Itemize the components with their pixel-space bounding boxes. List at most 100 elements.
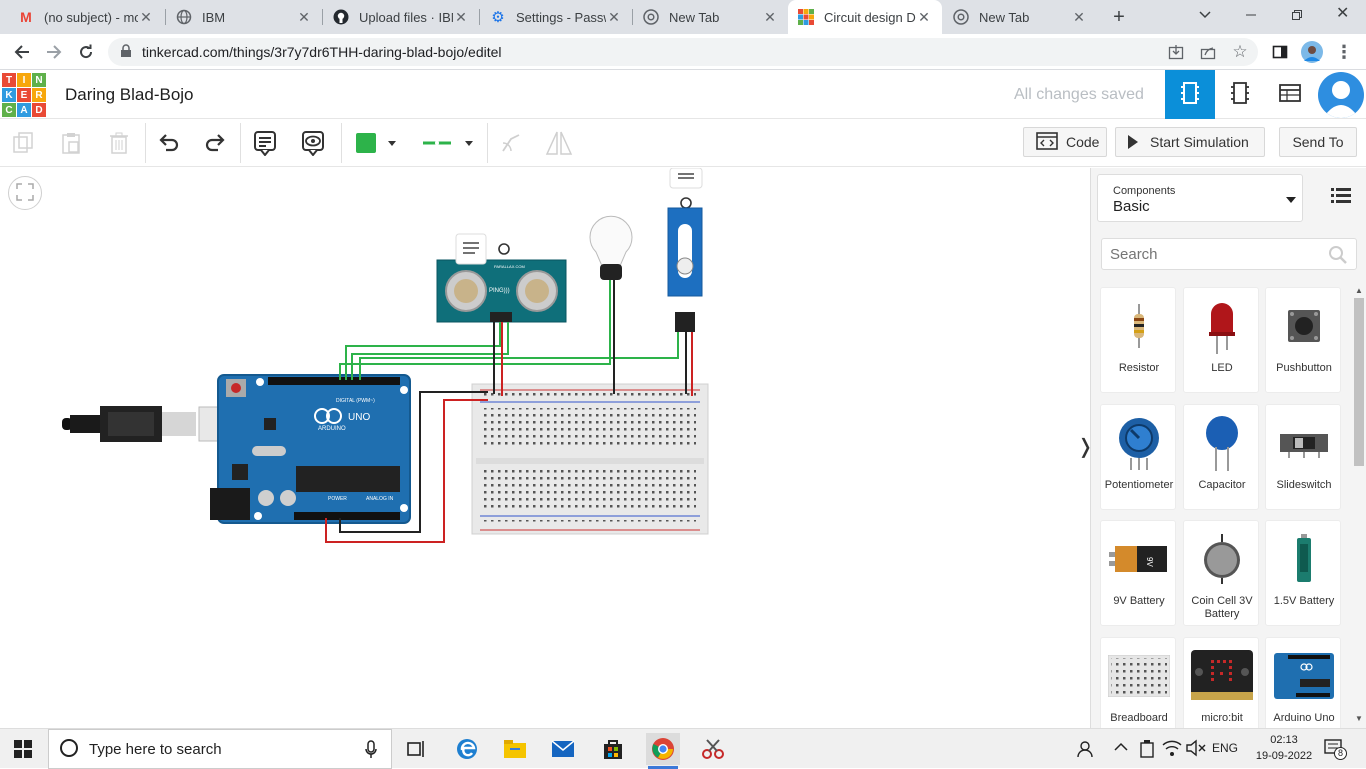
notification-center-icon[interactable]: 8 xyxy=(1324,739,1347,760)
scroll-up-icon[interactable]: ▲ xyxy=(1355,286,1363,295)
close-tab-icon[interactable]: ✕ xyxy=(916,9,932,26)
breadboard[interactable] xyxy=(471,383,709,535)
component-search-field[interactable] xyxy=(1102,239,1322,269)
notes-icon[interactable] xyxy=(248,127,282,159)
tab-ibm[interactable]: IBM ✕ xyxy=(166,0,322,34)
battery-status-icon[interactable] xyxy=(1138,739,1156,762)
tab-new-tab[interactable]: New Tab ✕ xyxy=(633,0,788,34)
close-tab-icon[interactable]: ✕ xyxy=(138,9,154,26)
micro-servo[interactable] xyxy=(667,168,703,332)
close-tab-icon[interactable]: ✕ xyxy=(762,9,778,26)
user-avatar[interactable] xyxy=(1318,72,1364,118)
browser-tab-strip: M (no subject) - mo ✕ IBM ✕ Upload files… xyxy=(0,0,1366,34)
bookmark-star-icon[interactable]: ☆ xyxy=(1226,38,1254,66)
component-led[interactable]: LED xyxy=(1183,287,1259,393)
components-dropdown-label: Components xyxy=(1113,185,1176,197)
edge-browser-icon[interactable] xyxy=(450,733,484,765)
tab-gmail[interactable]: M (no subject) - mo ✕ xyxy=(8,0,164,34)
snipping-tool-icon[interactable] xyxy=(696,733,730,765)
tab-settings[interactable]: ⚙ Settings - Passwo ✕ xyxy=(480,0,632,34)
components-dropdown[interactable]: Components Basic xyxy=(1097,174,1303,222)
mail-icon[interactable] xyxy=(546,733,580,765)
component-capacitor[interactable]: Capacitor xyxy=(1183,404,1259,510)
redo-icon[interactable] xyxy=(198,127,232,159)
send-to-button[interactable]: Send To xyxy=(1279,127,1357,157)
lock-icon[interactable] xyxy=(120,43,132,61)
notes-visibility-icon[interactable] xyxy=(296,127,330,159)
component-search-input[interactable] xyxy=(1101,238,1357,270)
taskbar-search-box[interactable]: Type here to search xyxy=(48,729,392,769)
close-tab-icon[interactable]: ✕ xyxy=(296,9,312,26)
close-tab-icon[interactable]: ✕ xyxy=(606,9,622,26)
microsoft-store-icon[interactable] xyxy=(596,733,630,765)
minimize-window-icon[interactable] xyxy=(1244,8,1258,22)
tinkercad-logo[interactable]: T I N K E R C A D xyxy=(2,73,46,117)
delete-trash-icon[interactable] xyxy=(102,127,136,159)
component-9v-battery[interactable]: 9V 9V Battery xyxy=(1100,520,1176,626)
circuit-canvas[interactable]: ARDUINO UNO DIGITAL (PWM~) POWER ANALOG … xyxy=(0,168,1090,728)
browser-menu-icon[interactable]: ⋮ xyxy=(1330,38,1358,66)
wifi-icon[interactable] xyxy=(1162,739,1182,760)
close-tab-icon[interactable]: ✕ xyxy=(1071,9,1087,26)
file-explorer-icon[interactable] xyxy=(498,733,532,765)
arduino-uno-icon xyxy=(1266,646,1342,706)
show-hidden-icons-chevron-icon[interactable] xyxy=(1114,741,1128,755)
task-view-icon[interactable] xyxy=(400,733,434,765)
tinkercad-icon xyxy=(798,9,814,25)
schematic-view-button[interactable] xyxy=(1215,70,1265,119)
start-simulation-button[interactable]: Start Simulation xyxy=(1115,127,1265,157)
people-icon[interactable] xyxy=(1070,733,1104,765)
component-slideswitch[interactable]: Slideswitch xyxy=(1265,404,1341,510)
forward-icon[interactable] xyxy=(40,38,68,66)
component-1-5v-battery[interactable]: 1.5V Battery xyxy=(1265,520,1341,626)
wire-type-dropdown[interactable] xyxy=(413,127,483,159)
collapse-panel-chevron-icon[interactable]: ❭ xyxy=(1077,434,1094,462)
chrome-taskbar-icon[interactable] xyxy=(646,733,680,765)
reload-icon[interactable] xyxy=(72,38,100,66)
component-coin-cell-battery[interactable]: Coin Cell 3V Battery xyxy=(1183,520,1259,626)
arduino-uno-board[interactable]: ARDUINO UNO DIGITAL (PWM~) POWER ANALOG … xyxy=(210,374,411,524)
profile-avatar[interactable] xyxy=(1298,38,1326,66)
paste-icon[interactable] xyxy=(54,127,88,159)
color-picker-dropdown[interactable] xyxy=(346,127,406,159)
tab-github[interactable]: Upload files · IBM ✕ xyxy=(323,0,479,34)
install-app-icon[interactable] xyxy=(1162,38,1190,66)
list-view-icon[interactable] xyxy=(1331,186,1351,206)
design-title[interactable]: Daring Blad-Bojo xyxy=(65,85,194,105)
tab-circuit-design[interactable]: Circuit design Da ✕ xyxy=(788,0,942,34)
search-icon[interactable] xyxy=(1328,245,1348,268)
search-icon xyxy=(59,738,79,761)
component-list-view-button[interactable] xyxy=(1265,70,1315,119)
code-button[interactable]: Code xyxy=(1023,127,1107,157)
ultrasonic-distance-sensor[interactable]: PING))) PARALLAX.COM xyxy=(436,259,567,323)
led-icon xyxy=(1184,296,1260,356)
restore-window-icon[interactable] xyxy=(1290,8,1304,22)
system-clock[interactable]: 02:13 19-09-2022 xyxy=(1250,732,1318,764)
tab-search-chevron-icon[interactable] xyxy=(1196,7,1214,25)
scroll-down-icon[interactable]: ▼ xyxy=(1355,714,1363,723)
address-bar[interactable]: tinkercad.com/things/3r7y7dr6THH-daring-… xyxy=(108,38,1258,66)
back-icon[interactable] xyxy=(8,38,36,66)
windows-start-icon[interactable] xyxy=(6,733,40,765)
volume-muted-icon[interactable] xyxy=(1186,739,1206,760)
side-panel-icon[interactable] xyxy=(1266,38,1294,66)
copy-icon[interactable] xyxy=(6,127,40,159)
light-bulb[interactable] xyxy=(589,215,633,280)
flip-icon[interactable] xyxy=(542,127,576,159)
close-window-icon[interactable]: ✕ xyxy=(1336,6,1350,22)
microphone-icon[interactable] xyxy=(365,740,377,763)
component-potentiometer[interactable]: Potentiometer xyxy=(1100,404,1176,510)
language-indicator[interactable]: ENG xyxy=(1212,741,1238,755)
undo-icon[interactable] xyxy=(152,127,186,159)
circuit-workspace[interactable]: ARDUINO UNO DIGITAL (PWM~) POWER ANALOG … xyxy=(0,168,1090,728)
component-pushbutton[interactable]: Pushbutton xyxy=(1265,287,1341,393)
component-resistor[interactable]: Resistor xyxy=(1100,287,1176,393)
rotate-icon[interactable] xyxy=(494,127,528,159)
share-icon[interactable] xyxy=(1194,38,1222,66)
new-tab-plus-icon[interactable]: + xyxy=(1108,6,1130,28)
tab-new-tab[interactable]: New Tab ✕ xyxy=(943,0,1097,34)
panel-scrollbar[interactable]: ▲ ▼ xyxy=(1353,286,1365,726)
circuit-view-button[interactable] xyxy=(1165,70,1215,119)
play-icon xyxy=(1128,135,1138,149)
close-tab-icon[interactable]: ✕ xyxy=(453,9,469,26)
